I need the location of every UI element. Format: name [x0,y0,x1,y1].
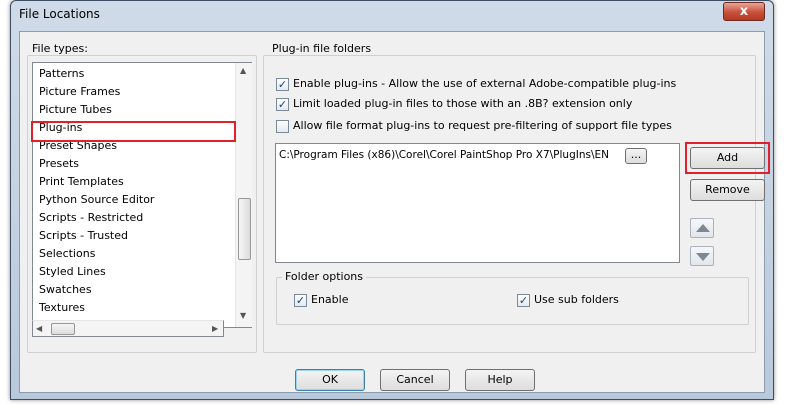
list-item[interactable]: Python Source Editor [39,191,154,209]
close-button[interactable]: x [723,2,765,21]
list-item[interactable]: Scripts - Restricted [39,209,143,227]
use-sub-folders-checkbox[interactable]: ✓ [517,294,530,307]
folder-path-item[interactable]: C:\Program Files (x86)\Corel\Corel Paint… [279,149,609,161]
list-item[interactable]: Scripts - Trusted [39,227,128,245]
file-types-label: File types: [32,42,88,55]
cancel-button[interactable]: Cancel [380,369,450,391]
plugin-folder-list[interactable]: C:\Program Files (x86)\Corel\Corel Paint… [275,143,680,263]
allow-prefilter-label: Allow file format plug-ins to request pr… [293,119,672,132]
remove-button[interactable]: Remove [690,179,765,201]
help-button[interactable]: Help [465,369,535,391]
list-item[interactable]: Picture Frames [39,83,120,101]
enable-plugins-label: Enable plug-ins - Allow the use of exter… [293,77,677,90]
horizontal-scrollbar[interactable]: ◀ ▶ [32,320,224,337]
horizontal-scroll-thumb[interactable] [51,323,75,335]
vertical-scroll-thumb[interactable] [238,198,251,260]
scroll-right-arrow-icon[interactable]: ▶ [212,324,218,333]
plugin-folders-label: Plug-in file folders [270,42,374,55]
browse-button[interactable]: ... [625,148,647,164]
limit-loaded-label: Limit loaded plug-in files to those with… [293,97,633,110]
scroll-left-arrow-icon[interactable]: ◀ [36,324,42,333]
close-icon: x [739,4,749,19]
limit-loaded-checkbox[interactable]: ✓ [276,98,289,111]
list-item[interactable]: Patterns [39,65,84,83]
file-locations-dialog: File Locations x File types: Patterns Pi… [10,0,774,400]
ok-button[interactable]: OK [295,369,365,391]
list-item[interactable]: Swatches [39,281,92,299]
enable-folder-checkbox[interactable]: ✓ [294,294,307,307]
list-item[interactable]: Print Templates [39,173,124,191]
arrow-up-icon [696,224,710,232]
move-up-button[interactable] [690,218,714,238]
folder-options-label: Folder options [282,270,367,283]
dialog-body: File types: Patterns Picture Frames Pict… [19,31,770,393]
enable-folder-label: Enable [311,293,349,306]
dialog-title: File Locations [19,7,100,21]
list-item[interactable]: Selections [39,245,95,263]
list-item[interactable]: Presets [39,155,79,173]
use-sub-folders-label: Use sub folders [534,293,619,306]
list-item[interactable]: Picture Tubes [39,101,112,119]
title-bar[interactable]: File Locations x [11,1,773,27]
scroll-down-arrow-icon[interactable]: ▼ [240,311,246,320]
vertical-scrollbar[interactable]: ▲ ▼ [235,63,252,327]
plugins-highlight-box [31,121,236,142]
list-item[interactable]: Styled Lines [39,263,106,281]
add-highlight-box [685,142,770,174]
arrow-down-icon [696,253,710,261]
file-types-list[interactable]: Patterns Picture Frames Picture Tubes Pl… [32,62,252,328]
scroll-up-arrow-icon[interactable]: ▲ [240,66,246,75]
allow-prefilter-checkbox[interactable] [276,120,289,133]
enable-plugins-checkbox[interactable]: ✓ [276,78,289,91]
move-down-button[interactable] [690,246,714,266]
list-item[interactable]: Textures [39,299,85,317]
